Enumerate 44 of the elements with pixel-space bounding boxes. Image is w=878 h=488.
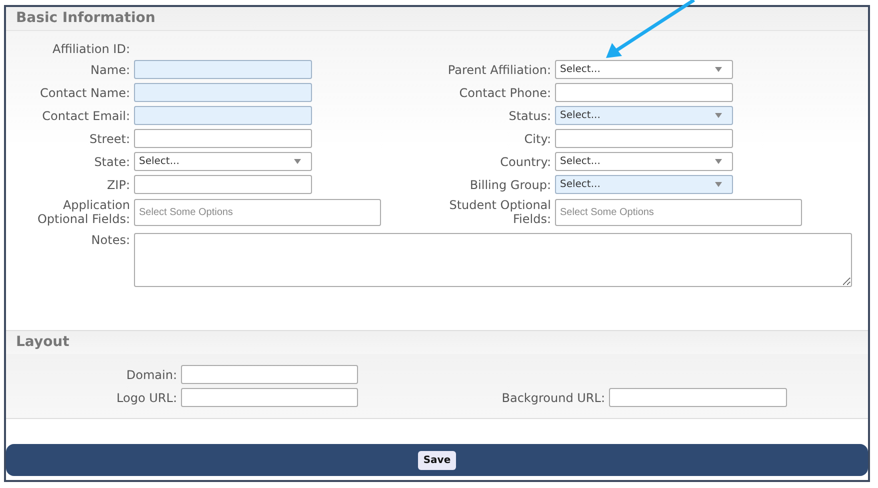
input-field[interactable]: [609, 388, 787, 407]
input-field[interactable]: [134, 175, 312, 194]
field-label: Application Optional Fields:: [36, 198, 130, 226]
notes-field[interactable]: [134, 233, 852, 287]
field-label: ZIP:: [106, 178, 130, 192]
field-label: Student Optional Fields:: [448, 198, 551, 226]
input-field[interactable]: [134, 60, 312, 79]
field-label: Contact Phone:: [458, 86, 551, 100]
dropdown[interactable]: Select...: [134, 152, 312, 171]
caret-icon: [294, 159, 301, 164]
input-field[interactable]: [181, 388, 358, 407]
field-label: Parent Affiliation:: [446, 62, 551, 76]
field-label: Background URL:: [500, 390, 605, 404]
multiselect-field[interactable]: Select Some Options: [555, 198, 802, 226]
field-label: Country:: [499, 154, 551, 168]
field-label: Contact Email:: [41, 108, 130, 122]
field-label: City:: [523, 132, 551, 146]
field-label: Status:: [508, 108, 551, 122]
dropdown[interactable]: Select...: [555, 175, 733, 194]
dropdown[interactable]: Select...: [555, 60, 733, 79]
field-label: Domain:: [125, 368, 177, 382]
input-field[interactable]: [555, 83, 733, 102]
input-field[interactable]: [134, 129, 312, 148]
caret-icon: [715, 67, 722, 72]
field-label: Street:: [88, 132, 130, 146]
save-button[interactable]: Save: [418, 450, 456, 470]
input-field[interactable]: [181, 365, 358, 384]
caret-icon: [715, 159, 722, 164]
input-field[interactable]: [134, 106, 312, 125]
field-label: Contact Name:: [39, 86, 130, 100]
input-field[interactable]: [555, 129, 733, 148]
field-label: Notes:: [90, 233, 130, 247]
dropdown[interactable]: Select...: [555, 106, 733, 125]
caret-icon: [715, 182, 722, 187]
section-header: Basic Information: [6, 7, 868, 31]
dropdown[interactable]: Select...: [555, 152, 733, 171]
caret-icon: [715, 113, 722, 118]
field-label: Affiliation ID:: [52, 42, 130, 56]
multiselect-field[interactable]: Select Some Options: [134, 198, 381, 226]
field-label: Billing Group:: [468, 178, 551, 192]
field-label: Name:: [90, 62, 130, 76]
field-label: Logo URL:: [116, 390, 177, 404]
input-field[interactable]: [134, 83, 312, 102]
field-label: State:: [93, 154, 130, 168]
